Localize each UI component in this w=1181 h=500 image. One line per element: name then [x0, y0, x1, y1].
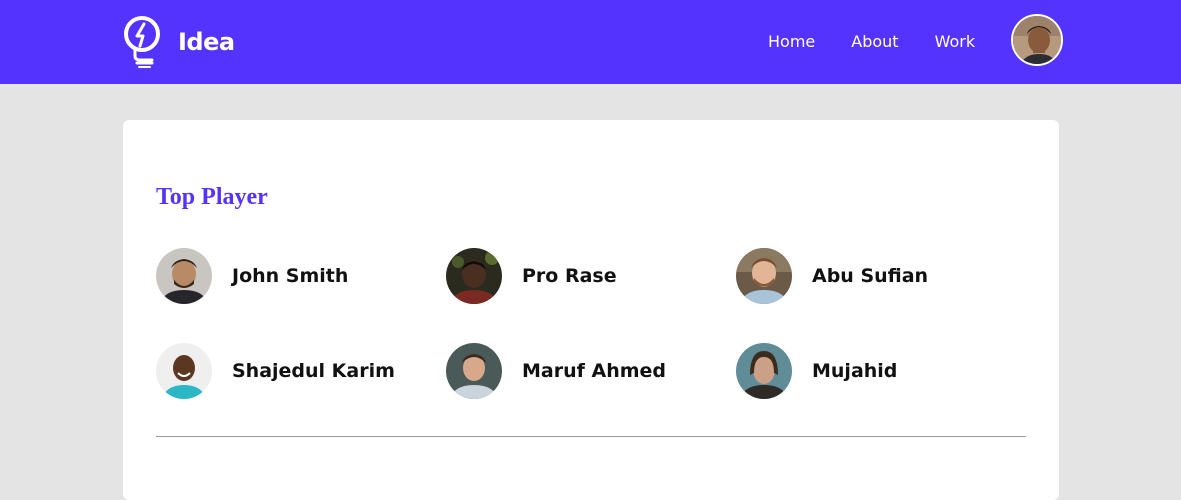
player-avatar [736, 343, 792, 399]
top-player-card: Top Player John Smith Pro Rase Abu Sufia… [123, 120, 1059, 500]
nav-link-work[interactable]: Work [935, 30, 976, 54]
player-name: Abu Sufian [812, 265, 929, 287]
top-navbar: Idea Home About Work [0, 0, 1181, 84]
brand-logo-link[interactable]: Idea [122, 16, 235, 68]
section-divider [156, 436, 1026, 437]
nav-link-about[interactable]: About [851, 30, 898, 54]
main-nav: Home About Work [768, 30, 975, 54]
player-avatar [156, 343, 212, 399]
player-name: John Smith [232, 265, 349, 287]
brand-name: Idea [178, 28, 235, 56]
player-item[interactable]: Maruf Ahmed [446, 343, 706, 399]
player-item[interactable]: Mujahid [736, 343, 996, 399]
lightbulb-icon [122, 16, 162, 68]
player-item[interactable]: Shajedul Karim [156, 343, 416, 399]
player-item[interactable]: Pro Rase [446, 248, 706, 304]
nav-link-home[interactable]: Home [768, 30, 815, 54]
player-avatar [736, 248, 792, 304]
section-title: Top Player [156, 184, 268, 210]
player-avatar [446, 248, 502, 304]
player-avatar [156, 248, 212, 304]
player-avatar [446, 343, 502, 399]
player-name: Mujahid [812, 360, 898, 382]
player-name: Pro Rase [522, 265, 617, 287]
player-name: Maruf Ahmed [522, 360, 667, 382]
player-name: Shajedul Karim [232, 360, 395, 382]
user-avatar[interactable] [1011, 14, 1063, 66]
player-item[interactable]: Abu Sufian [736, 248, 996, 304]
player-item[interactable]: John Smith [156, 248, 416, 304]
